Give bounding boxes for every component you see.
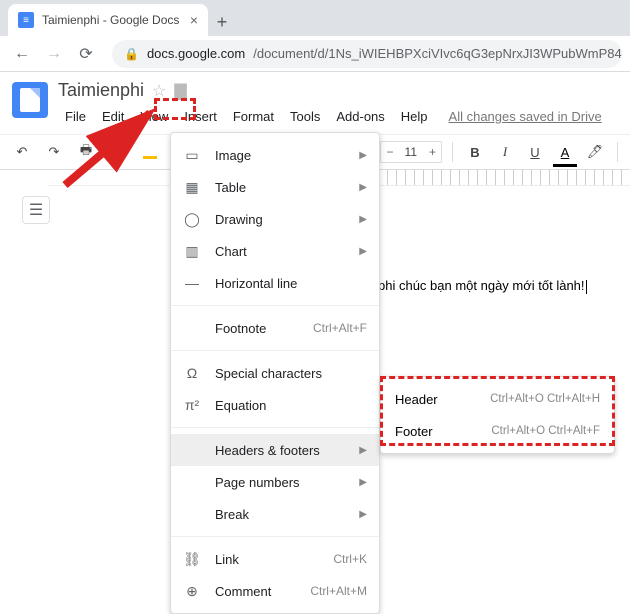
submenu-label: Footer [395, 424, 491, 439]
url-path: /document/d/1Ns_iWIEHBPXciVIvc6qG3epNrxJ… [253, 46, 622, 61]
table-icon: ▦ [183, 179, 201, 196]
menu-item-page-numbers[interactable]: Page numbers ▶ [171, 466, 379, 498]
menu-item-table[interactable]: ▦ Table ▶ [171, 171, 379, 203]
plus-icon[interactable]: + [423, 145, 441, 159]
document-body-text[interactable]: phi chúc bạn một ngày mới tốt lành! [378, 278, 587, 294]
folder-icon[interactable]: ▇ [174, 81, 186, 101]
menu-item-chart[interactable]: ▥ Chart ▶ [171, 235, 379, 267]
special-icon: Ω [183, 365, 201, 381]
chevron-right-icon: ▶ [359, 509, 367, 520]
docs-header: Taimienphi ☆ ▇ File Edit View Insert For… [0, 72, 630, 128]
menu-item-label: Footnote [215, 321, 299, 336]
menu-addons[interactable]: Add-ons [329, 105, 391, 128]
menu-item-label: Break [215, 507, 345, 522]
menu-item-label: Page numbers [215, 475, 345, 490]
menu-item-label: Drawing [215, 212, 345, 227]
menu-item-label: Headers & footers [215, 443, 345, 458]
hr-icon: — [183, 275, 201, 291]
menu-shortcut: Ctrl+K [333, 552, 367, 566]
menu-view[interactable]: View [133, 105, 175, 128]
menu-item-headers-footers[interactable]: Headers & footers ▶ [171, 434, 379, 466]
menubar: File Edit View Insert Format Tools Add-o… [58, 105, 618, 128]
bold-button[interactable]: B [463, 140, 487, 164]
menu-item-equation[interactable]: π² Equation [171, 389, 379, 421]
font-size-value[interactable]: 11 [399, 145, 423, 159]
docs-logo[interactable] [12, 82, 48, 118]
chevron-right-icon: ▶ [359, 214, 367, 225]
insert-menu-dropdown: ▭ Image ▶ ▦ Table ▶ ◯ Drawing ▶ ▥ Chart ▶ — Horizonta… [170, 132, 380, 614]
italic-button[interactable]: I [493, 140, 517, 164]
menu-item-footnote[interactable]: Footnote Ctrl+Alt+F [171, 312, 379, 344]
menu-shortcut: Ctrl+Alt+M [310, 584, 367, 598]
menu-item-drawing[interactable]: ◯ Drawing ▶ [171, 203, 379, 235]
headers-footers-submenu: HeaderCtrl+Alt+O Ctrl+Alt+HFooterCtrl+Al… [380, 376, 615, 454]
menu-item-image[interactable]: ▭ Image ▶ [171, 139, 379, 171]
menu-item-label: Equation [215, 398, 367, 413]
chevron-right-icon: ▶ [359, 182, 367, 193]
equation-icon: π² [183, 397, 201, 413]
menu-item-special-characters[interactable]: Ω Special characters [171, 357, 379, 389]
url-input[interactable]: 🔒 docs.google.com/document/d/1Ns_iWIEHBP… [112, 40, 622, 68]
submenu-item-footer[interactable]: FooterCtrl+Alt+O Ctrl+Alt+F [381, 415, 614, 447]
comment-icon: ⊕ [183, 583, 201, 600]
menu-file[interactable]: File [58, 105, 93, 128]
menu-tools[interactable]: Tools [283, 105, 327, 128]
document-title[interactable]: Taimienphi [58, 80, 144, 101]
menu-item-link[interactable]: ⛓ Link Ctrl+K [171, 543, 379, 575]
menu-item-label: Image [215, 148, 345, 163]
menu-item-label: Comment [215, 584, 296, 599]
highlight-button[interactable]: 🖊 [583, 140, 607, 164]
address-bar: ← → ⟳ 🔒 docs.google.com/document/d/1Ns_i… [0, 36, 630, 72]
text-cursor [586, 280, 587, 294]
menu-item-label: Chart [215, 244, 345, 259]
submenu-shortcut: Ctrl+Alt+O Ctrl+Alt+H [490, 393, 600, 405]
menu-help[interactable]: Help [394, 105, 435, 128]
submenu-shortcut: Ctrl+Alt+O Ctrl+Alt+F [491, 425, 600, 437]
forward-button[interactable]: → [40, 40, 68, 68]
close-icon[interactable]: × [190, 12, 198, 28]
star-icon[interactable]: ☆ [152, 81, 166, 101]
menu-insert[interactable]: Insert [177, 105, 224, 128]
menu-item-break[interactable]: Break ▶ [171, 498, 379, 530]
chevron-right-icon: ▶ [359, 150, 367, 161]
paint-format-button[interactable] [138, 140, 162, 164]
tab-title: Taimienphi - Google Docs [42, 13, 179, 27]
save-status[interactable]: All changes saved in Drive [449, 109, 602, 124]
browser-tab[interactable]: ≡ Taimienphi - Google Docs × [8, 4, 208, 36]
spellcheck-button[interactable]: Ā [106, 140, 130, 164]
submenu-label: Header [395, 392, 490, 407]
drawing-icon: ◯ [183, 211, 201, 228]
menu-shortcut: Ctrl+Alt+F [313, 321, 367, 335]
image-icon: ▭ [183, 147, 201, 164]
menu-format[interactable]: Format [226, 105, 281, 128]
link-icon: ⛓ [183, 551, 201, 568]
reload-button[interactable]: ⟳ [72, 40, 100, 68]
chevron-right-icon: ▶ [359, 246, 367, 257]
chevron-right-icon: ▶ [359, 477, 367, 488]
back-button[interactable]: ← [8, 40, 36, 68]
redo-button[interactable]: ↷ [42, 140, 66, 164]
text-color-button[interactable]: A [553, 140, 577, 164]
print-button[interactable]: 🖶 [74, 140, 98, 164]
chevron-right-icon: ▶ [359, 445, 367, 456]
menu-item-horizontal-line[interactable]: — Horizontal line [171, 267, 379, 299]
menu-item-label: Table [215, 180, 345, 195]
browser-tab-strip: ≡ Taimienphi - Google Docs × + [0, 0, 630, 36]
undo-button[interactable]: ↶ [10, 140, 34, 164]
url-domain: docs.google.com [147, 46, 245, 61]
submenu-item-header[interactable]: HeaderCtrl+Alt+O Ctrl+Alt+H [381, 383, 614, 415]
new-tab-button[interactable]: + [208, 8, 236, 36]
minus-icon[interactable]: − [381, 145, 399, 159]
menu-item-label: Link [215, 552, 319, 567]
outline-toggle[interactable]: ☰ [22, 196, 50, 224]
menu-item-label: Horizontal line [215, 276, 367, 291]
menu-item-label: Special characters [215, 366, 367, 381]
docs-favicon: ≡ [18, 12, 34, 28]
font-size-input[interactable]: − 11 + [380, 141, 442, 163]
menu-edit[interactable]: Edit [95, 105, 131, 128]
lock-icon: 🔒 [124, 47, 139, 61]
chart-icon: ▥ [183, 243, 201, 260]
underline-button[interactable]: U [523, 140, 547, 164]
menu-item-comment[interactable]: ⊕ Comment Ctrl+Alt+M [171, 575, 379, 607]
